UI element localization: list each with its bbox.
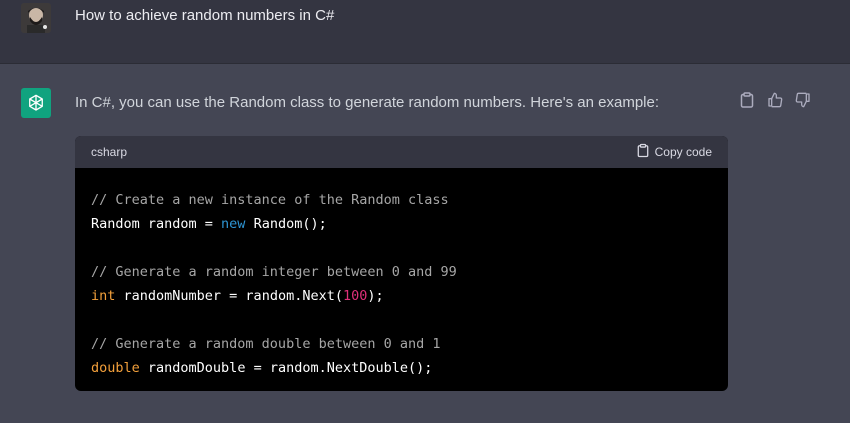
thumbs-up-icon[interactable] (766, 91, 784, 109)
copy-code-label: Copy code (654, 145, 712, 159)
copy-code-button[interactable]: Copy code (637, 143, 712, 161)
code-line-4: // Generate a random integer between 0 a… (91, 260, 712, 284)
code-text: Random(); (245, 216, 327, 232)
code-block: csharp Copy code // Create a new instanc… (75, 136, 728, 391)
clipboard-icon (637, 143, 649, 161)
assistant-message-row: In C#, you can use the Random class to g… (0, 64, 850, 423)
user-message-text: How to achieve random numbers in C# (75, 7, 335, 24)
code-comment: // Generate a random integer between 0 a… (91, 264, 457, 280)
code-text: ); (367, 288, 384, 304)
code-line-7: // Generate a random double between 0 an… (91, 332, 712, 356)
thumbs-down-icon[interactable] (794, 91, 812, 109)
code-comment: // Create a new instance of the Random c… (91, 192, 449, 208)
code-keyword: int (91, 288, 116, 304)
code-keyword: new (221, 216, 246, 232)
clipboard-icon[interactable] (738, 91, 756, 109)
code-line-2: Random random = new Random(); (91, 212, 712, 236)
code-line-1: // Create a new instance of the Random c… (91, 188, 712, 212)
code-keyword: double (91, 360, 140, 376)
user-message-row: How to achieve random numbers in C# (0, 0, 850, 64)
chatgpt-logo-icon (21, 88, 51, 118)
code-text: randomDouble = random.NextDouble(); (139, 360, 433, 376)
code-text: randomNumber = random.Next( (115, 288, 343, 304)
message-actions (738, 91, 812, 109)
user-avatar (21, 3, 51, 33)
code-line-8: double randomDouble = random.NextDouble(… (91, 356, 712, 380)
code-text: Random random = (91, 216, 222, 232)
code-number: 100 (342, 288, 368, 304)
code-block-header: csharp Copy code (75, 136, 728, 168)
code-language-label: csharp (91, 145, 128, 159)
code-line-5: int randomNumber = random.Next(100); (91, 284, 712, 308)
code-comment: // Generate a random double between 0 an… (91, 336, 441, 352)
code-content: // Create a new instance of the Random c… (75, 168, 728, 380)
assistant-message-text: In C#, you can use the Random class to g… (75, 94, 660, 111)
